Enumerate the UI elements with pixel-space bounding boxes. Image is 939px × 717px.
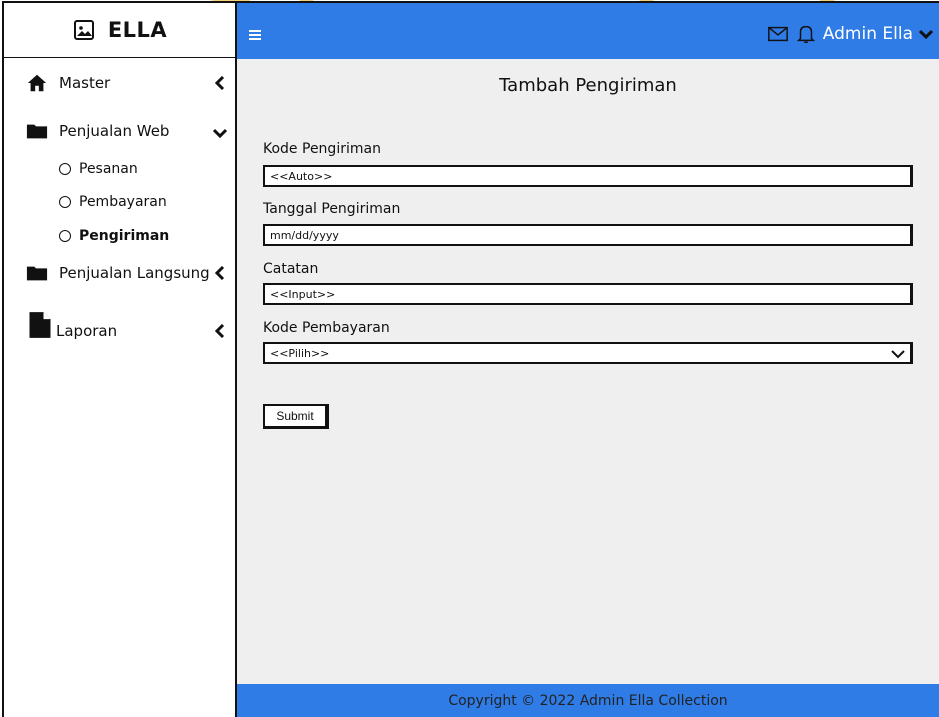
sidebar-item-label: Laporan [56, 322, 118, 340]
radio-icon [59, 196, 71, 208]
top-bar-actions: Admin Ella [767, 23, 933, 45]
sidebar-item-laporan[interactable]: Laporan [4, 312, 235, 345]
chevron-left-icon [214, 76, 225, 90]
chevron-left-icon [214, 324, 225, 338]
tanggal-pengiriman-input[interactable]: mm/dd/yyyy [263, 224, 913, 246]
radio-icon [59, 163, 71, 175]
submit-button[interactable]: Submit [263, 404, 329, 429]
image-icon [73, 20, 94, 40]
sidebar-item-penjualan-langsung[interactable]: Penjualan Langsung [4, 259, 235, 287]
sidebar-item-label: Penjualan Langsung [59, 264, 210, 282]
catatan-label: Catatan [263, 261, 319, 277]
footer-copyright: Copyright © 2022 Admin Ella Collection [448, 692, 728, 709]
kode-pembayaran-value: <<Pilih>> [270, 346, 330, 360]
bell-icon[interactable] [795, 23, 817, 45]
chevron-left-icon [214, 266, 225, 280]
hamburger-icon[interactable] [249, 30, 261, 40]
sidebar-subitem-label: Pengiriman [79, 228, 170, 244]
sidebar-subitem-label: Pembayaran [79, 194, 167, 210]
brand-header[interactable]: ELLA [2, 1, 237, 59]
sidebar: Master Penjualan Web Pesanan Pembayaran … [2, 58, 237, 717]
chevron-down-icon [891, 350, 905, 359]
sidebar-subitem-pembayaran[interactable]: Pembayaran [59, 190, 167, 214]
file-icon [29, 312, 51, 338]
folder-icon [26, 124, 48, 139]
sidebar-subitem-pesanan[interactable]: Pesanan [59, 157, 138, 181]
mail-icon[interactable] [767, 23, 789, 45]
sidebar-item-master[interactable]: Master [4, 69, 235, 97]
home-icon [27, 74, 47, 92]
kode-pengiriman-label: Kode Pengiriman [263, 141, 381, 157]
footer: Copyright © 2022 Admin Ella Collection [237, 684, 939, 717]
kode-pembayaran-label: Kode Pembayaran [263, 320, 390, 336]
top-bar: Admin Ella [237, 1, 939, 59]
brand-name: ELLA [107, 18, 168, 42]
catatan-input[interactable]: <<Input>> [263, 283, 913, 305]
radio-icon [59, 230, 71, 242]
sidebar-subitem-pengiriman[interactable]: Pengiriman [59, 224, 169, 248]
main-content: Tambah Pengiriman Kode Pengiriman <<Auto… [237, 59, 939, 684]
user-name[interactable]: Admin Ella [823, 24, 913, 44]
sidebar-subitem-label: Pesanan [79, 161, 138, 177]
sidebar-item-label: Master [59, 74, 111, 92]
sidebar-item-penjualan-web[interactable]: Penjualan Web [4, 117, 235, 145]
chevron-down-icon[interactable] [919, 27, 933, 41]
tanggal-pengiriman-label: Tanggal Pengiriman [263, 201, 401, 217]
kode-pengiriman-input[interactable]: <<Auto>> [263, 165, 913, 187]
sidebar-item-label: Penjualan Web [59, 122, 170, 140]
chevron-down-icon [213, 128, 227, 139]
kode-pembayaran-select[interactable]: <<Pilih>> [263, 342, 913, 364]
folder-icon [26, 266, 48, 281]
page-title: Tambah Pengiriman [499, 75, 677, 96]
